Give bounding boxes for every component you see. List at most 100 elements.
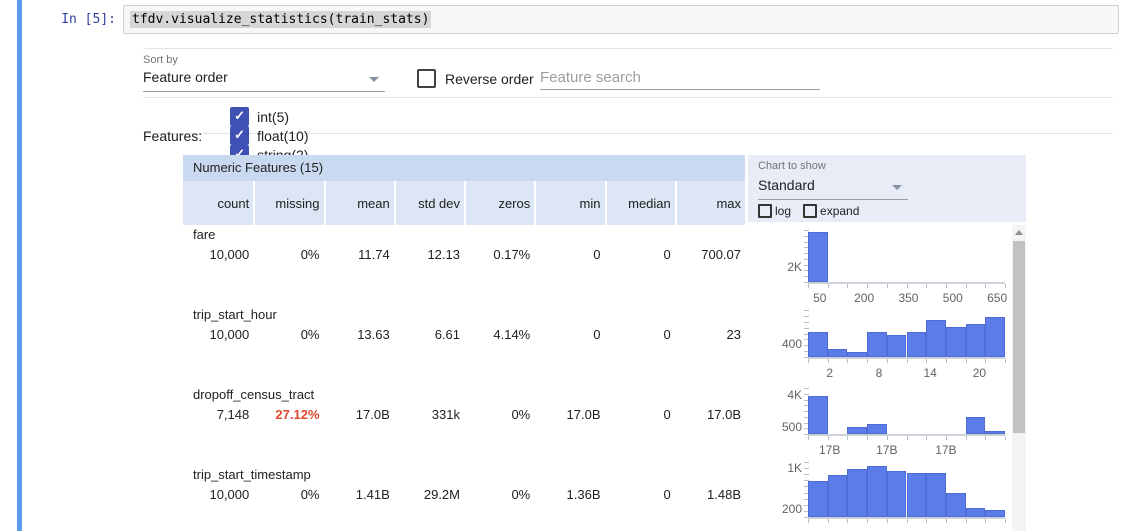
histogram-bar[interactable] [828,475,848,517]
x-axis-minor-tick [926,519,927,523]
features-label: Features: [143,128,202,144]
x-axis-minor-tick [926,359,927,363]
x-axis-minor-tick [847,436,848,440]
feature-search-input[interactable] [540,66,820,90]
histogram-bar[interactable] [985,510,1005,517]
x-axis-minor-tick [828,359,829,363]
x-axis-minor-tick [907,519,908,523]
y-axis-tick-label: 400 [768,337,802,351]
x-axis-tick-label: 17B [876,443,897,457]
column-header: max [675,181,745,225]
histogram[interactable]: 400281420 [768,310,1010,379]
histogram-bar[interactable] [887,471,907,517]
chart-scrollbar[interactable] [1012,225,1026,531]
stat-value: 1.48B [675,487,745,502]
histogram[interactable]: 2K50200350500650 [768,230,1010,304]
x-axis-minor-tick [887,436,888,440]
histogram-bar[interactable] [907,473,927,517]
x-axis-tick-label: 50 [813,291,826,305]
feature-filter-checkbox[interactable] [230,107,249,126]
histogram[interactable]: 4K50017B17B17B [768,388,1010,456]
x-axis-minor-tick [926,284,927,288]
x-axis-minor-tick [828,436,829,440]
x-axis-minor-tick [1005,519,1006,523]
x-axis-tick-label: 500 [943,291,963,305]
stat-value: 10,000 [183,327,253,342]
stat-value: 11.74 [324,247,394,262]
sort-by-dropdown[interactable]: Sort by Feature order [143,54,385,92]
stat-value: 13.63 [324,327,394,342]
x-axis-tick-label: 200 [854,291,874,305]
histogram-bar[interactable] [808,332,828,357]
x-axis-minor-tick [867,436,868,440]
histogram-bar[interactable] [966,417,986,434]
histogram-bar[interactable] [985,317,1005,357]
divider [143,97,1113,98]
active-cell-indicator [17,0,22,531]
histogram-bar[interactable] [946,493,966,517]
column-header: mean [324,181,394,225]
histogram-bar[interactable] [867,466,887,517]
expand-label: expand [820,204,859,218]
table-column-headers: countmissingmeanstd devzerosminmedianmax [183,181,745,225]
code-text[interactable]: tfdv.visualize_statistics(train_stats) [130,11,431,28]
stat-value: 0 [534,327,604,342]
stat-value: 0.17% [464,247,534,262]
histogram-bar[interactable] [946,327,966,357]
stat-value: 10,000 [183,487,253,502]
reverse-order-checkbox[interactable] [417,69,436,88]
stat-value: 7,148 [183,407,253,422]
x-axis-tick-label: 20 [973,366,986,380]
x-axis-minor-tick [966,436,967,440]
x-axis-minor-tick [847,359,848,363]
divider [143,48,1113,49]
log-label: log [775,204,791,218]
stat-value: 0% [253,487,323,502]
feature-stats-row: 10,0000%1.41B29.2M0%1.36B01.48B [183,487,745,502]
histogram-bar[interactable] [828,349,848,357]
stat-value: 23 [675,327,745,342]
chart-to-show-panel: Chart to show Standard log expand [748,155,1026,222]
histogram-bar[interactable] [926,473,946,517]
histogram-bar[interactable] [887,335,907,357]
log-checkbox[interactable] [758,204,772,218]
x-axis-minor-tick [946,284,947,288]
histogram-bar[interactable] [847,427,867,434]
x-axis-minor-tick [887,519,888,523]
numeric-features-title: Numeric Features (15) [183,155,745,181]
x-axis-tick-label: 2 [826,366,833,380]
histogram[interactable]: 1K200 [768,462,1010,531]
x-axis-minor-tick [1005,284,1006,288]
histogram-bar[interactable] [985,431,1005,434]
histogram-bar[interactable] [847,352,867,357]
sort-by-label: Sort by [143,54,385,66]
column-header: min [534,181,604,225]
stat-value: 0% [253,327,323,342]
scrollbar-thumb[interactable] [1013,241,1025,433]
histogram-bar[interactable] [966,508,986,517]
feature-filter-checkbox[interactable] [230,126,249,145]
stat-value: 0 [605,487,675,502]
column-header: zeros [464,181,534,225]
chart-type-dropdown[interactable]: Standard [758,177,908,200]
x-axis-minor-tick [887,284,888,288]
histogram-bar[interactable] [808,232,828,282]
histogram-bar[interactable] [808,481,828,517]
code-cell-input[interactable]: tfdv.visualize_statistics(train_stats) [123,5,1119,34]
stat-value: 0% [464,487,534,502]
histogram-bar[interactable] [907,332,927,357]
x-axis-tick-label: 650 [987,291,1007,305]
histogram-bar[interactable] [808,396,828,434]
feature-name: trip_start_timestamp [193,467,311,482]
y-axis-tick-label: 500 [768,420,802,434]
expand-checkbox[interactable] [803,204,817,218]
histogram-bar[interactable] [926,320,946,357]
x-axis-minor-tick [985,359,986,363]
histogram-bar[interactable] [867,424,887,434]
histogram-bar[interactable] [867,332,887,357]
histogram-bar[interactable] [966,324,986,357]
scroll-up-arrow-icon[interactable] [1015,230,1023,235]
histogram-bar[interactable] [847,469,867,517]
x-axis-minor-tick [966,284,967,288]
x-axis-tick-label: 350 [898,291,918,305]
